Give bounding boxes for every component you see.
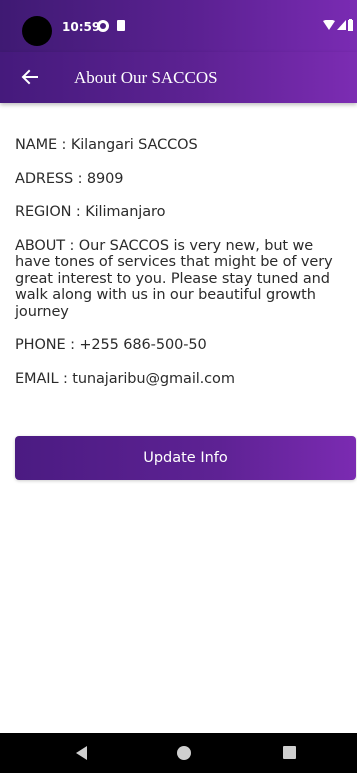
system-nav-bar xyxy=(0,733,357,773)
nav-home-icon[interactable] xyxy=(177,746,191,760)
status-bar: 10:59 xyxy=(0,0,357,52)
wifi-icon xyxy=(323,20,335,30)
about-text: ABOUT : Our SACCOS is very new, but we h… xyxy=(15,237,333,320)
email-text: EMAIL : tunajaribu@gmail.com xyxy=(15,370,235,387)
battery-icon xyxy=(348,19,353,31)
nav-back-icon[interactable] xyxy=(76,746,87,760)
sim-card-icon xyxy=(117,20,125,31)
status-time: 10:59 xyxy=(62,20,101,34)
phone-text: PHONE : +255 686-500-50 xyxy=(15,337,207,354)
name-text: NAME : Kilangari SACCOS xyxy=(15,137,198,153)
address-text: ADRESS : 8909 xyxy=(15,170,124,187)
saccos-info: NAME : Kilangari SACCOS ADRESS : 8909 RE… xyxy=(15,137,355,387)
page-title: About Our SACCOS xyxy=(74,68,218,87)
back-arrow-icon[interactable] xyxy=(20,67,40,87)
app-bar: About Our SACCOS xyxy=(0,52,357,103)
update-info-button[interactable]: Update Info xyxy=(15,436,356,480)
camera-cutout xyxy=(22,16,52,46)
notification-icon xyxy=(97,20,109,32)
nav-recents-icon[interactable] xyxy=(283,746,296,759)
signal-battery-icons xyxy=(323,19,353,31)
cell-signal-icon xyxy=(337,20,346,30)
region-text: REGION : Kilimanjaro xyxy=(15,204,166,221)
